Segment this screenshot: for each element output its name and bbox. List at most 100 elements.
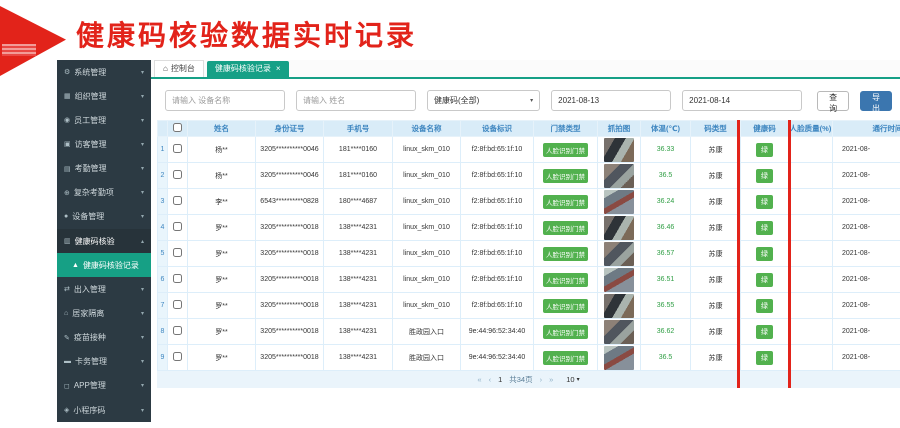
cell-device-id: 9e:44:96:52:34:40 [461, 345, 534, 371]
cell-health-code: 绿 [741, 215, 789, 241]
person-name-input[interactable] [296, 90, 416, 111]
health-code-badge: 绿 [756, 325, 773, 339]
cell-device-id: f2:8f:bd:65:1f:10 [461, 137, 534, 163]
sidebar-item-app[interactable]: ◻ APP管理 ▾ [57, 374, 151, 398]
sidebar-item-system[interactable]: ⚙ 系统管理 ▾ [57, 60, 151, 84]
cell-device-name: linux_skm_010 [393, 267, 461, 293]
device-name-input[interactable] [165, 90, 285, 111]
cell-code-type: 苏康 [691, 241, 741, 267]
sidebar-item-label: 员工管理 [74, 115, 106, 126]
sidebar-item-access[interactable]: ⇄ 出入管理 ▾ [57, 277, 151, 301]
row-checkbox[interactable] [173, 300, 182, 309]
logo-watermark [2, 44, 36, 56]
chevron-down-icon: ▾ [530, 97, 533, 104]
sidebar-item-label: 访客管理 [75, 139, 107, 150]
cell-face-quality [789, 293, 833, 319]
header-col-3: 设备名称 [393, 121, 461, 137]
header-col-10: 人脸质量(%) [789, 121, 833, 137]
page-size-select[interactable]: 10 ▾ [566, 375, 579, 384]
row-checkbox[interactable] [173, 326, 182, 335]
sidebar-item-card[interactable]: ▬ 卡务管理 ▾ [57, 350, 151, 374]
gate-type-badge: 人脸识别门禁 [543, 143, 588, 157]
sidebar-item-home-quarantine[interactable]: ⌂ 居家隔离 ▾ [57, 301, 151, 325]
tab-health-code-record[interactable]: 健康码核验记录 × [207, 61, 289, 77]
chevron-down-icon: ▾ [141, 382, 144, 389]
last-page-button[interactable]: » [549, 375, 553, 384]
cell-name: 杨** [188, 137, 256, 163]
cell-phone: 138****4231 [324, 215, 393, 241]
row-checkbox[interactable] [173, 248, 182, 257]
end-date-input[interactable] [682, 90, 802, 111]
screenshot: 健康码核验数据实时记录 ⚙ 系统管理 ▾ ▦ 组织管理 ▾ ◉ 员工管理 ▾ ▣… [0, 0, 900, 428]
sidebar-item-label: 系统管理 [74, 67, 106, 78]
cell-device-name: linux_skm_010 [393, 215, 461, 241]
table-row: 6 罗** 3205**********0018 138****4231 lin… [158, 267, 900, 293]
cell-id-number: 3205**********0018 [256, 267, 324, 293]
cell-temperature: 36.55 [641, 293, 691, 319]
sidebar-item-attendance[interactable]: ▤ 考勤管理 ▾ [57, 157, 151, 181]
sidebar-item-health-code-record[interactable]: ▲ 健康码核验记录 [57, 253, 151, 277]
sidebar-item-health-code[interactable]: ▥ 健康码核验 ▴ [57, 229, 151, 253]
cell-checkbox [168, 267, 188, 293]
start-date-input[interactable] [551, 90, 671, 111]
cell-checkbox [168, 189, 188, 215]
sidebar-item-device[interactable]: ● 设备管理 ▾ [57, 205, 151, 229]
complex-icon: ⊕ [64, 189, 70, 197]
sidebar-item-staff[interactable]: ◉ 员工管理 ▾ [57, 108, 151, 132]
sidebar-item-miniprogram[interactable]: ◈ 小程序码 ▾ [57, 398, 151, 422]
health-code-select[interactable]: 健康码(全部) ▾ [427, 90, 540, 111]
header-col-5: 门禁类型 [534, 121, 598, 137]
cell-health-code: 绿 [741, 267, 789, 293]
cell-gate-type: 人脸识别门禁 [534, 137, 598, 163]
row-checkbox[interactable] [173, 352, 182, 361]
row-checkbox[interactable] [173, 274, 182, 283]
next-page-button[interactable]: › [540, 375, 543, 384]
close-icon[interactable]: × [276, 64, 281, 73]
snapshot-photo [604, 138, 634, 162]
tab-console-label: 控制台 [171, 63, 195, 74]
cell-checkbox [168, 137, 188, 163]
first-page-button[interactable]: « [477, 375, 481, 384]
prev-page-button[interactable]: ‹ [489, 375, 492, 384]
cell-id-number: 3205**********0046 [256, 163, 324, 189]
sidebar-item-label: 设备管理 [72, 211, 104, 222]
cell-snapshot [598, 267, 641, 293]
cell-row-number: 9 [158, 345, 168, 371]
health-code-icon: ▥ [64, 237, 71, 245]
row-checkbox[interactable] [173, 144, 182, 153]
export-button[interactable]: 导出 [860, 91, 892, 111]
row-checkbox[interactable] [173, 170, 182, 179]
sidebar-item-organization[interactable]: ▦ 组织管理 ▾ [57, 84, 151, 108]
table-row: 5 罗** 3205**********0018 138****4231 lin… [158, 241, 900, 267]
cell-device-name: 胜政园入口 [393, 345, 461, 371]
select-all-checkbox[interactable] [173, 123, 182, 132]
header-col-0: 姓名 [188, 121, 256, 137]
cell-gate-type: 人脸识别门禁 [534, 163, 598, 189]
cell-name: 罗** [188, 241, 256, 267]
row-checkbox[interactable] [173, 196, 182, 205]
cell-device-id: f2:8f:bd:65:1f:10 [461, 189, 534, 215]
cell-face-quality [789, 189, 833, 215]
sidebar-item-label: 复杂考勤项 [74, 187, 114, 198]
cell-face-quality [789, 267, 833, 293]
sidebar-item-visitor[interactable]: ▣ 访客管理 ▾ [57, 132, 151, 156]
cell-name: 罗** [188, 293, 256, 319]
cell-name: 李** [188, 189, 256, 215]
page-title: 健康码核验数据实时记录 [76, 14, 417, 54]
cell-face-quality [789, 345, 833, 371]
cell-name: 罗** [188, 319, 256, 345]
cell-device-name: linux_skm_010 [393, 241, 461, 267]
cell-snapshot [598, 345, 641, 371]
sidebar-item-attendance-complex[interactable]: ⊕ 复杂考勤项 ▾ [57, 181, 151, 205]
tab-console[interactable]: ⌂ 控制台 [154, 60, 204, 77]
cell-code-type: 苏康 [691, 293, 741, 319]
chevron-down-icon: ▾ [141, 69, 144, 76]
cell-id-number: 3205**********0018 [256, 215, 324, 241]
table-row: 9 罗** 3205**********0018 138****4231 胜政园… [158, 345, 900, 371]
cell-health-code: 绿 [741, 137, 789, 163]
search-button[interactable]: 查询 [817, 91, 849, 111]
sidebar-item-vaccine[interactable]: ✎ 疫苗接种 ▾ [57, 326, 151, 350]
cell-phone: 181****0160 [324, 137, 393, 163]
row-checkbox[interactable] [173, 222, 182, 231]
cell-snapshot [598, 215, 641, 241]
